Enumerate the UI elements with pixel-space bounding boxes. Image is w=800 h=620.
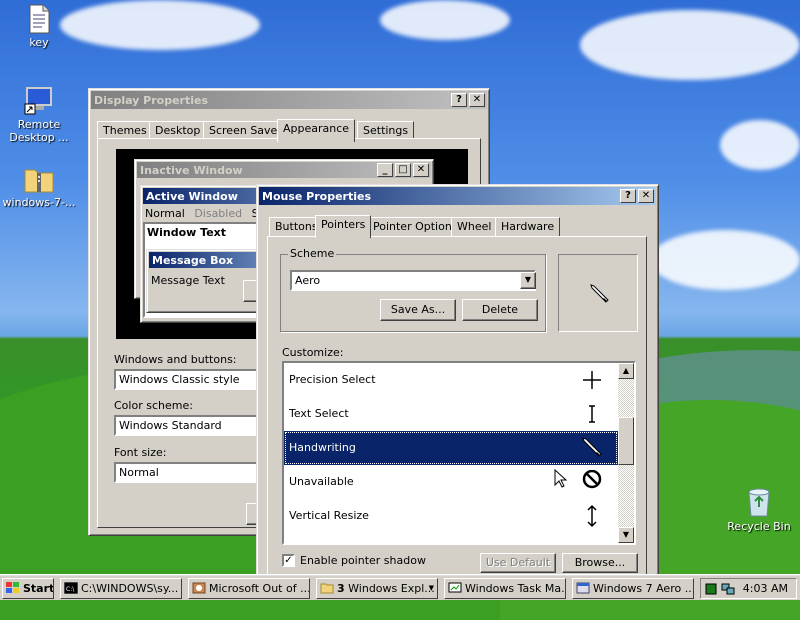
tab-wheel[interactable]: Wheel (451, 217, 498, 237)
scroll-thumb[interactable] (618, 417, 634, 465)
scheme-dropdown-button[interactable]: ▼ (520, 272, 536, 289)
taskbar-button-explorer-group[interactable]: 3 Windows Expl... ▼ (316, 578, 438, 599)
task-label: Microsoft Out of ... (209, 582, 310, 595)
pointer-list[interactable]: Precision Select Text Select Handwriting… (282, 361, 636, 545)
explorer-icon (576, 582, 590, 594)
windows-logo-icon (6, 582, 19, 593)
desktop-icon-label: Remote Desktop ... (9, 118, 69, 144)
svg-text:C:\: C:\ (66, 586, 75, 593)
tab-pointers[interactable]: Pointers (315, 215, 372, 238)
desktop-icon-key[interactable]: key (0, 4, 78, 49)
preview-menu-normal: Normal (145, 207, 185, 220)
pointer-name: Text Select (289, 407, 349, 420)
mouse-properties-window[interactable]: Mouse Properties ? ✕ Buttons Pointers Po… (256, 184, 659, 584)
preview-message-title: Message Box (152, 253, 234, 267)
taskbar: Start C:\ C:\WINDOWS\sy... Microsoft Out… (0, 574, 800, 600)
scroll-down-button[interactable]: ▼ (618, 527, 634, 543)
task-label: Windows Task Ma... (465, 582, 566, 595)
desktop-icon-zip[interactable]: windows-7-... (0, 164, 78, 209)
ibeam-icon (589, 405, 595, 423)
vertical-resize-icon (587, 504, 597, 528)
task-label: C:\WINDOWS\sy... (81, 582, 179, 595)
preview-inactive-title: Inactive Window (140, 163, 243, 177)
zip-folder-icon (24, 169, 54, 193)
pen-icon (590, 284, 609, 303)
enable-shadow-label: Enable pointer shadow (300, 554, 426, 567)
taskbar-button-cmd[interactable]: C:\ C:\WINDOWS\sy... (60, 578, 182, 599)
pointer-name: Precision Select (289, 373, 376, 386)
use-default-button[interactable]: Use Default (480, 553, 556, 573)
pen-icon (582, 437, 602, 457)
window-title: Mouse Properties (262, 189, 372, 203)
color-scheme-label: Color scheme: (114, 399, 193, 412)
unavailable-icon (582, 470, 602, 489)
window-title: Display Properties (94, 93, 209, 107)
save-as-button[interactable]: Save As... (380, 299, 456, 321)
clock[interactable]: 4:03 AM (743, 582, 788, 595)
chevron-down-icon: ▼ (428, 584, 434, 592)
customize-label: Customize: (282, 346, 344, 359)
pointer-name: Vertical Resize (289, 509, 369, 522)
start-label: Start (23, 582, 54, 595)
tray-app-icon[interactable] (705, 583, 717, 595)
network-icon[interactable] (721, 582, 735, 596)
preview-message-text: Message Text (151, 274, 225, 287)
taskbar-button-task-manager[interactable]: Windows Task Ma... (444, 578, 566, 599)
taskbar-button-microsoft[interactable]: Microsoft Out of ... (188, 578, 310, 599)
mouse-tab-panel: Scheme Aero ▼ Save As... Delete Customiz… (267, 236, 647, 579)
task-label: Windows Expl... (348, 582, 435, 595)
scheme-label: Scheme (288, 247, 337, 260)
font-size-label: Font size: (114, 446, 167, 459)
taskbar-button-windows7-aero[interactable]: Windows 7 Aero ... (572, 578, 694, 599)
task-manager-icon (448, 582, 462, 593)
cmd-icon: C:\ (64, 582, 78, 594)
list-item[interactable]: Precision Select (284, 363, 618, 397)
scroll-up-button[interactable]: ▲ (618, 363, 634, 379)
start-button[interactable]: Start (2, 578, 54, 599)
desktop-icon-label: key (29, 36, 49, 49)
desktop-icon-recycle-bin[interactable]: Recycle Bin (720, 486, 798, 533)
pointer-name: Unavailable (289, 475, 354, 488)
preview-window-text: Window Text (147, 226, 227, 239)
color-scheme-select[interactable]: Windows Standard (114, 415, 264, 436)
folder-icon (320, 583, 334, 594)
enable-shadow-checkbox[interactable]: ✓ (282, 554, 295, 567)
app-icon (192, 582, 206, 594)
mouse-properties-titlebar[interactable]: Mouse Properties ? ✕ (259, 187, 656, 205)
list-item[interactable]: Text Select (284, 397, 618, 431)
preview-menu-disabled: Disabled (194, 207, 243, 220)
list-item[interactable]: Handwriting (284, 431, 618, 465)
tab-appearance[interactable]: Appearance (277, 119, 356, 142)
pointer-preview (558, 254, 638, 332)
desktop-icon-remote-desktop[interactable]: Remote Desktop ... (0, 84, 78, 144)
font-size-select[interactable]: Normal (114, 462, 264, 483)
help-button[interactable]: ? (451, 93, 467, 107)
mouse-pointer-icon (554, 469, 568, 488)
list-item[interactable]: Vertical Resize (284, 499, 618, 533)
crosshair-icon (583, 371, 601, 389)
close-button[interactable]: ✕ (638, 189, 654, 203)
text-file-icon (29, 4, 50, 34)
tab-hardware[interactable]: Hardware (495, 217, 561, 237)
display-properties-titlebar[interactable]: Display Properties ? ✕ (91, 91, 487, 109)
close-button[interactable]: ✕ (469, 93, 485, 107)
tab-pointer-options[interactable]: Pointer Options (367, 217, 464, 237)
system-tray: 4:03 AM (700, 578, 797, 599)
browse-button[interactable]: Browse... (562, 553, 638, 573)
scheme-select[interactable]: Aero (290, 270, 536, 291)
desktop-icon-label: windows-7-... (2, 196, 76, 209)
preview-active-title: Active Window (146, 189, 238, 203)
list-scrollbar[interactable]: ▲ ▼ (618, 363, 634, 543)
windows-and-buttons-label: Windows and buttons: (114, 353, 237, 366)
delete-button[interactable]: Delete (462, 299, 538, 321)
recycle-bin-icon (748, 488, 770, 517)
remote-desktop-icon (24, 87, 52, 115)
help-button[interactable]: ? (620, 189, 636, 203)
task-count: 3 (337, 582, 345, 595)
pointer-name: Handwriting (289, 441, 356, 454)
desktop-icon-label: Recycle Bin (727, 520, 791, 533)
windows-and-buttons-select[interactable]: Windows Classic style (114, 369, 264, 390)
task-label: Windows 7 Aero ... (593, 582, 694, 595)
